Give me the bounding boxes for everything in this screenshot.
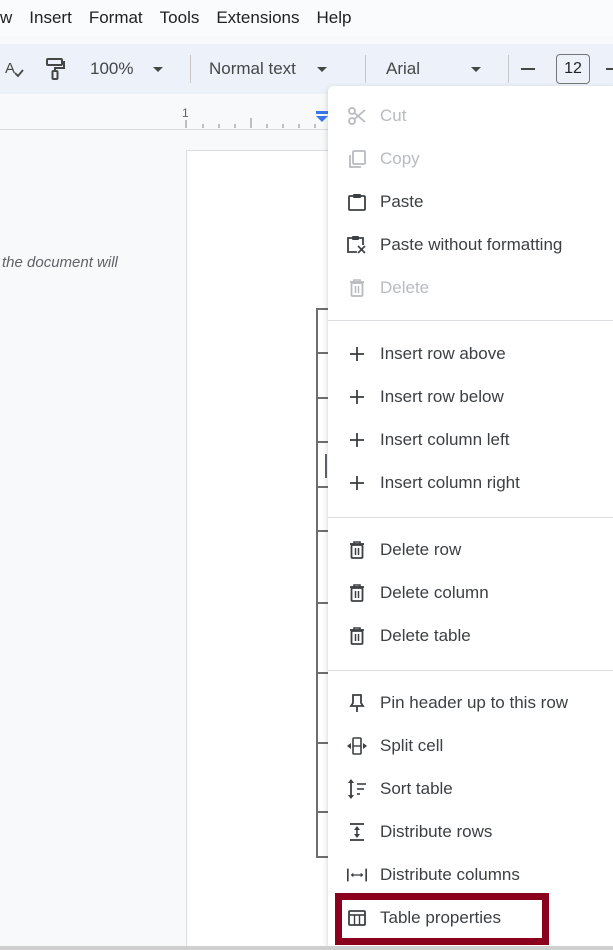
clipboard-icon: [346, 191, 368, 213]
trash-icon: [346, 539, 368, 561]
menu-item-paste-without-formatting[interactable]: Paste without formatting: [328, 225, 613, 265]
text-cursor: [325, 454, 327, 478]
bottom-edge: [0, 946, 613, 950]
plus-icon: [346, 386, 368, 408]
menu-item-paste[interactable]: Paste: [328, 182, 613, 222]
menu-item-distribute-rows[interactable]: Distribute rows: [328, 812, 613, 852]
sort-icon: [346, 778, 368, 800]
table-left-border: [316, 308, 330, 858]
menu-separator: [328, 670, 613, 671]
menu-item-label: Sort table: [380, 779, 453, 798]
trash-icon: [346, 277, 368, 299]
toolbar-divider: [508, 55, 509, 83]
scissors-icon: [346, 105, 368, 127]
menu-item-insert-column-left[interactable]: Insert column left: [328, 420, 613, 460]
menu-item-label: Insert column right: [380, 473, 520, 492]
svg-text:A: A: [5, 60, 15, 77]
menu-item-cut[interactable]: Cut: [328, 96, 613, 136]
toolbar-divider: [365, 55, 366, 83]
paint-format-button[interactable]: [44, 44, 66, 94]
trash-icon: [346, 582, 368, 604]
menu-item-copy[interactable]: Copy: [328, 139, 613, 179]
chevron-down-icon: [316, 66, 327, 72]
pin-icon: [346, 692, 368, 714]
menu-item-pin-header[interactable]: Pin header up to this row: [328, 683, 613, 723]
menu-tools[interactable]: Tools: [160, 8, 200, 28]
context-menu: Cut Copy Paste Paste without formatting …: [328, 86, 613, 950]
plus-icon: [606, 68, 613, 70]
paragraph-style-dropdown[interactable]: Normal text: [209, 44, 327, 94]
menu-item-label: Paste without formatting: [380, 235, 563, 254]
plus-icon: [346, 429, 368, 451]
chevron-down-icon: [471, 66, 482, 72]
zoom-dropdown[interactable]: 100%: [90, 44, 164, 94]
menu-item-distribute-columns[interactable]: Distribute columns: [328, 855, 613, 895]
menu-item-label: Delete column: [380, 583, 489, 602]
plus-icon: [346, 472, 368, 494]
minus-icon: [521, 68, 535, 70]
menu-item-label: Pin header up to this row: [380, 693, 569, 712]
menu-separator: [328, 320, 613, 321]
menu-item-label: Cut: [380, 106, 407, 125]
menu-format[interactable]: Format: [89, 8, 143, 28]
distribute-rows-icon: [346, 821, 368, 843]
menu-insert[interactable]: Insert: [29, 8, 72, 28]
menu-item-label: Distribute columns: [380, 865, 520, 884]
menu-item-label: Delete table: [380, 626, 471, 645]
menu-item-insert-row-above[interactable]: Insert row above: [328, 334, 613, 374]
paragraph-style-value: Normal text: [209, 59, 296, 78]
menu-item-split-cell[interactable]: Split cell: [328, 726, 613, 766]
menu-item-label: Copy: [380, 149, 420, 168]
copy-icon: [346, 148, 368, 170]
toolbar-divider: [190, 55, 191, 83]
menu-item-delete-row[interactable]: Delete row: [328, 530, 613, 570]
menu-item-sort-table[interactable]: Sort table: [328, 769, 613, 809]
zoom-value: 100%: [90, 59, 134, 78]
paint-roller-icon: [46, 58, 65, 80]
trash-icon: [346, 625, 368, 647]
menu-item-label: Paste: [380, 192, 424, 211]
menu-item-label: Delete: [380, 278, 430, 297]
menu-item-insert-row-below[interactable]: Insert row below: [328, 377, 613, 417]
highlight-box: [335, 893, 549, 945]
menu-item-label: Delete row: [380, 540, 462, 559]
menu-item-label: Insert row below: [380, 387, 504, 406]
menu-item-label: Insert column left: [380, 430, 510, 449]
spellcheck-icon: A: [5, 60, 24, 78]
font-size-value: 12: [556, 54, 590, 84]
split-cell-icon: [346, 735, 368, 757]
ruler-marker-label: 1: [182, 106, 189, 120]
plus-icon: [346, 343, 368, 365]
distribute-columns-icon: [346, 864, 368, 886]
font-value: Arial: [386, 59, 421, 78]
spellcheck-button[interactable]: A: [4, 44, 26, 94]
paste-plain-icon: [346, 234, 368, 256]
menu-item-label: Split cell: [380, 736, 444, 755]
menu-bar: w Insert Format Tools Extensions Help: [0, 0, 613, 36]
menu-item-label: Distribute rows: [380, 822, 493, 841]
menu-help[interactable]: Help: [317, 8, 352, 28]
menu-item-delete-table[interactable]: Delete table: [328, 616, 613, 656]
menu-separator: [328, 517, 613, 518]
menu-item-delete[interactable]: Delete: [328, 268, 613, 308]
chevron-down-icon: [153, 66, 164, 72]
menu-extensions[interactable]: Extensions: [216, 8, 299, 28]
menu-item-delete-column[interactable]: Delete column: [328, 573, 613, 613]
menu-view[interactable]: w: [0, 8, 12, 28]
menu-item-insert-column-right[interactable]: Insert column right: [328, 463, 613, 503]
outline-text: the document will: [2, 254, 118, 271]
menu-item-label: Insert row above: [380, 344, 506, 363]
